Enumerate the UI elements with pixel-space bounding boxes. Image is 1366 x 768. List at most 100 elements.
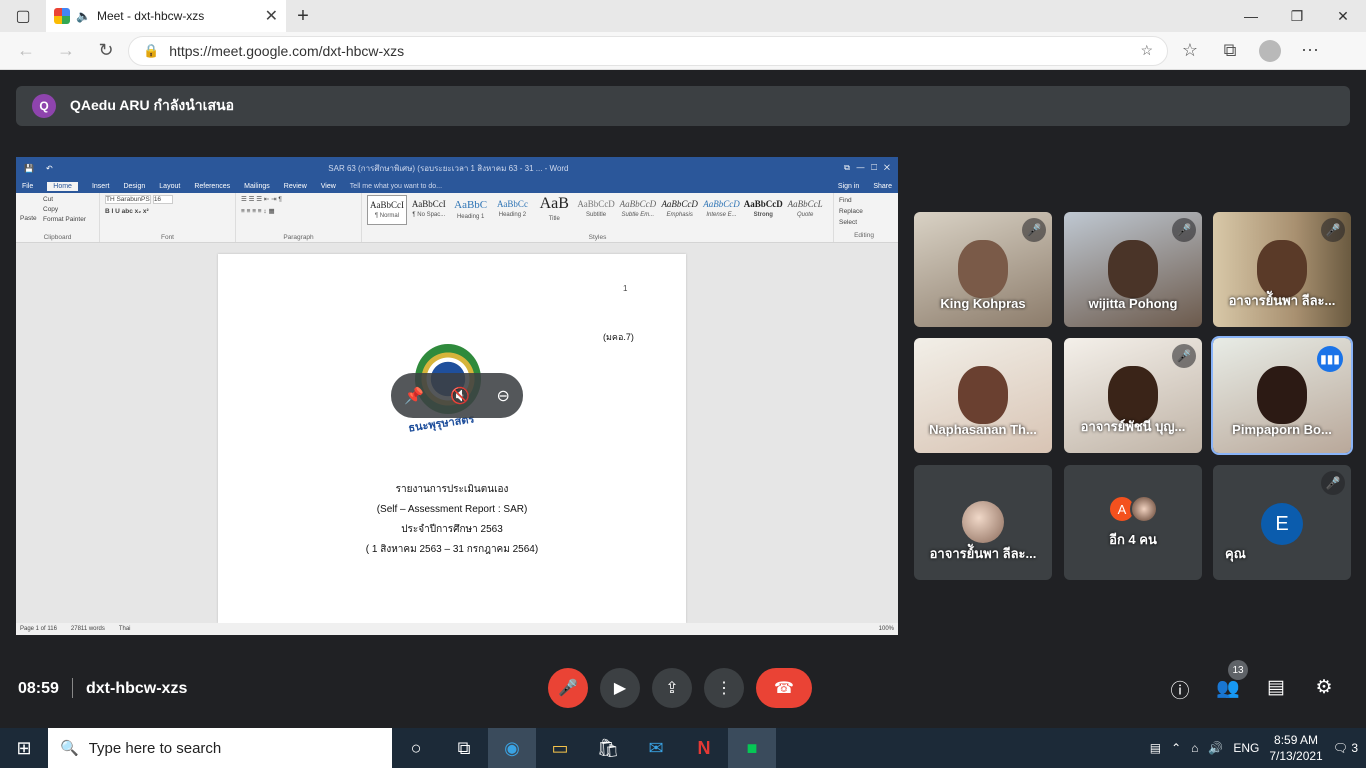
clipboard-group: Paste Cut Copy Format Painter Clipboard [16,193,100,242]
favorites-icon[interactable]: ☆ [1172,36,1208,66]
meeting-controls-bar: 08:59 dxt-hbcw-xzs 🎤 ▶ ⇪ ⋮ ☎ ⓘ 13 👥 ▤ ⚙ [0,650,1366,728]
participant-name: Naphasanan Th... [929,422,1037,437]
style-heading-2: AaBbCc Heading 2 [496,199,528,218]
meet-logo-icon [54,8,70,24]
mute-presentation-icon[interactable]: 🔇 [450,386,470,406]
lock-icon[interactable]: 🔒 [143,43,159,59]
camera-toggle-button[interactable]: ▶ [600,668,640,708]
font-format-icons: B I U abc x₂ x² [105,208,149,215]
task-view-icon[interactable]: ⧉ [440,728,488,768]
editing-group: Find Replace Select Editing [834,193,894,242]
browser-tab[interactable]: 🔈 Meet - dxt-hbcw-xzs ✕ [46,0,286,32]
search-placeholder: Type here to search [88,739,222,757]
url-text: https://meet.google.com/dxt-hbcw-xzs [169,42,405,59]
font-group-label: Font [160,234,174,241]
others-tile[interactable]: A อีก 4 คน [1064,465,1202,580]
mic-off-icon: 🎤 [1321,218,1345,242]
refresh-button[interactable]: ↻ [88,36,124,66]
self-tile[interactable]: E 🎤 คุณ [1213,465,1351,580]
activities-icon[interactable]: ⚙ [1310,676,1338,699]
paragraph-group: ☰ ☰ ☰ ⇤ ⇥ ¶ ≡ ≡ ≡ ≡ ↕ ▦ Paragraph [236,193,362,242]
select-label: Select [839,219,858,226]
tab-actions-icon[interactable]: ▢ [0,0,46,32]
word-tab-home: Home [47,181,78,191]
new-tab-button[interactable]: + [286,5,320,28]
word-tell-me: Tell me what you want to do... [349,182,443,190]
present-screen-icon: ⇪ [665,680,679,697]
meeting-details-icon[interactable]: ⓘ [1166,676,1194,703]
windows-start-icon[interactable]: ⊞ [0,738,48,759]
more-menu-icon[interactable]: ⋯ [1292,36,1328,66]
more-options-button[interactable]: ⋮ [704,668,744,708]
system-tray: ▤ ⌃ ⌂ 🔊 ENG 8:59 AM 7/13/2021 🗨 3 [1150,732,1366,764]
participant-name: King Kohpras [940,296,1026,311]
add-favorite-icon[interactable]: ☆ [1140,42,1153,59]
tile-hover-controls: 📌 🔇 ⊖ [391,373,523,418]
mic-off-icon: 🎤 [1172,218,1196,242]
clock-date: 7/13/2021 [1269,749,1323,763]
file-explorer-icon[interactable]: ▭ [536,728,584,768]
network-icon[interactable]: ⌂ [1191,741,1198,755]
participant-tile[interactable]: 🎤 อาจารย์พัชนี บุญ... [1064,338,1202,453]
tab-close-icon[interactable]: ✕ [265,6,278,26]
browser-tab-bar: ▢ 🔈 Meet - dxt-hbcw-xzs ✕ + — ❐ ✕ [0,0,1366,32]
app-n-icon[interactable]: N [680,728,728,768]
present-button[interactable]: ⇪ [652,668,692,708]
line-app-icon[interactable]: ■ [728,728,776,768]
doc-line-1: รายงานการประเมินตนเอง [395,484,509,495]
minimize-button[interactable]: — [1228,8,1274,25]
mic-toggle-button[interactable]: 🎤 [548,668,588,708]
volume-icon[interactable]: 🔊 [1208,741,1223,755]
unpin-icon[interactable]: 📌 [404,386,424,406]
notifications-icon[interactable]: 🗨 3 [1333,741,1358,755]
hang-up-icon: ☎ [774,680,794,697]
participant-name: อาจารย์ันพา ลีละ... [1228,293,1336,308]
leave-call-button[interactable]: ☎ [756,668,812,708]
close-window-button[interactable]: ✕ [1320,8,1366,25]
people-icon[interactable]: 👥 [1214,676,1242,700]
word-tab-view: View [320,182,336,190]
taskbar-settings-icon[interactable]: ▤ [1150,741,1161,755]
participant-tile[interactable]: 🎤 King Kohpras [914,212,1052,327]
mic-off-icon: 🎤 [1022,218,1046,242]
profile-button[interactable] [1252,36,1288,66]
participant-name: อาจารย์ันพา ลีละ... [929,546,1037,561]
word-window-controls: ⧉ — ☐ ✕ [844,163,890,172]
input-language[interactable]: ENG [1233,741,1259,755]
participant-tile[interactable]: อาจารย์ันพา ลีละ... [914,465,1052,580]
forward-button[interactable]: → [48,36,84,66]
camera-icon: ▶ [613,680,627,697]
restore-button[interactable]: ❐ [1274,8,1320,25]
collections-icon[interactable]: ⧉ [1212,36,1248,66]
participant-video [1257,366,1307,424]
word-tab-design: Design [123,182,146,190]
style-title: AaB Title [539,195,569,222]
url-field[interactable]: 🔒 https://meet.google.com/dxt-hbcw-xzs ☆ [128,35,1168,66]
cortana-icon[interactable]: ○ [392,728,440,768]
participant-tile[interactable]: 🎤 wijitta Pohong [1064,212,1202,327]
word-tab-layout: Layout [159,182,181,190]
address-bar: ← → ↻ 🔒 https://meet.google.com/dxt-hbcw… [0,32,1366,70]
participant-tile[interactable]: 🎤 อาจารย์ันพา ลีละ... [1213,212,1351,327]
participant-tile[interactable]: Naphasanan Th... [914,338,1052,453]
style-emphasis: AaBbCcD Emphasis [661,199,698,218]
styles-group-label: Styles [588,234,607,241]
presenting-banner: Q QAedu ARU กำลังนำเสนอ [16,86,1350,126]
show-hidden-icons[interactable]: ⌃ [1171,741,1181,755]
word-share: Share [873,182,892,190]
chat-icon[interactable]: ▤ [1262,676,1290,699]
mail-icon[interactable]: ✉ [632,728,680,768]
participant-avatar [962,501,1004,543]
paste-label: Paste [20,215,37,222]
taskbar-search[interactable]: 🔍 Type here to search [48,728,392,768]
audio-playing-icon[interactable]: 🔈 [76,9,91,23]
remove-tile-icon[interactable]: ⊖ [496,386,509,406]
taskbar-clock[interactable]: 8:59 AM 7/13/2021 [1269,732,1322,764]
participant-tile-speaking[interactable]: ▮▮▮ Pimpaporn Bo... [1211,336,1353,455]
style-quote: AaBbCcL Quote [787,199,823,218]
back-button[interactable]: ← [8,36,44,66]
save-icon: 💾 [24,163,34,173]
microsoft-store-icon[interactable]: 🛍 [584,728,632,768]
edge-browser-icon[interactable]: ◉ [488,728,536,768]
participant-video [1108,240,1158,298]
